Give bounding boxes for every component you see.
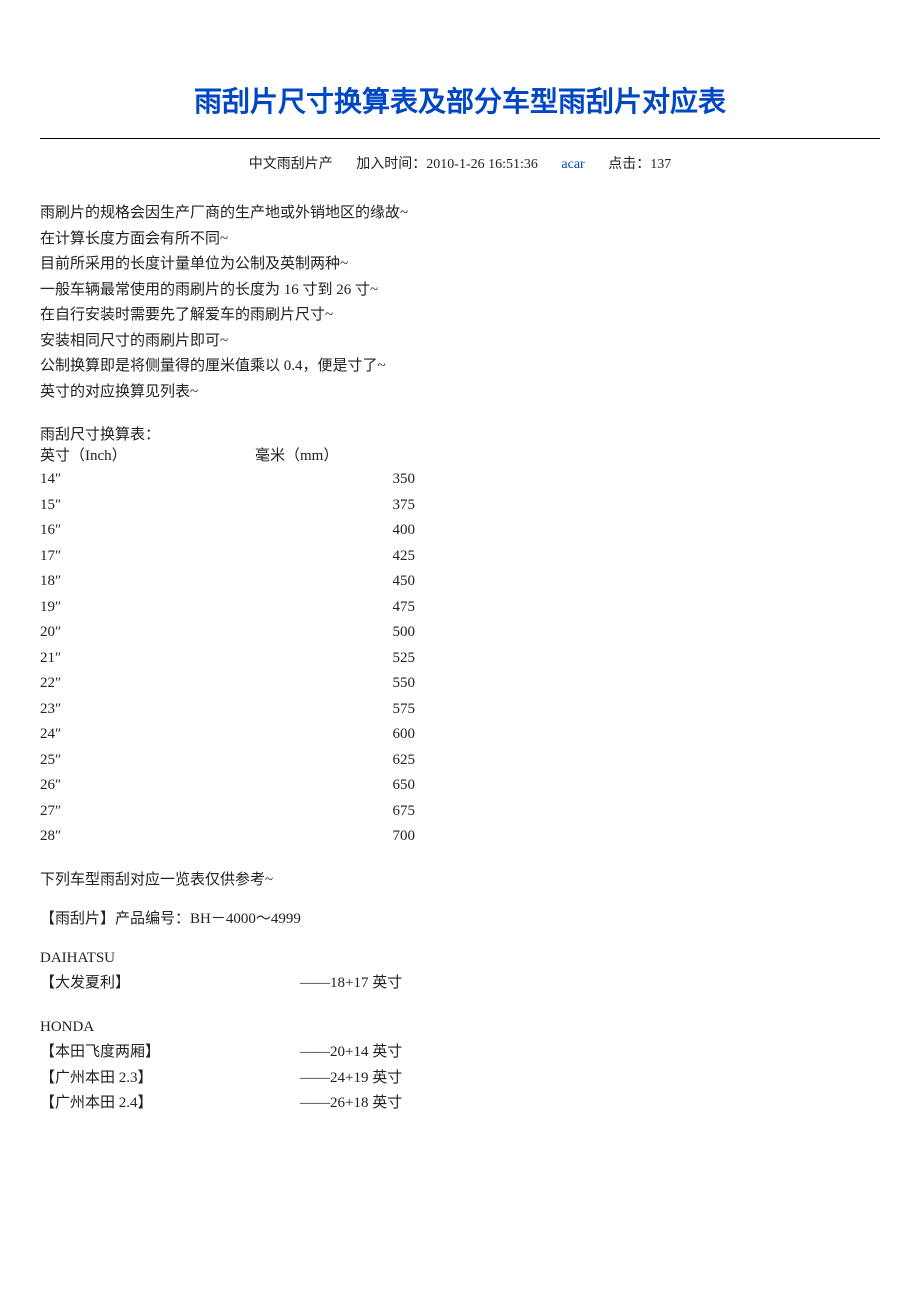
cell-mm: 350	[375, 467, 415, 493]
cell-inch: 15″	[40, 493, 375, 519]
table-row: 15″375	[40, 493, 880, 519]
model-row: 【广州本田 2.3】 ——24+19 英寸	[40, 1066, 880, 1092]
conversion-title: 雨刮尺寸换算表：	[40, 423, 880, 444]
model-name: 【广州本田 2.3】	[40, 1066, 300, 1092]
model-size: ——24+19 英寸	[300, 1066, 402, 1092]
meta-hits-label: 点击：	[608, 157, 650, 172]
conversion-header-mm: 毫米（mm）	[255, 444, 338, 465]
table-row: 25″625	[40, 748, 880, 774]
cell-inch: 20″	[40, 620, 375, 646]
meta-hits: 点击：137	[608, 157, 671, 172]
intro-line: 在自行安装时需要先了解爱车的雨刷片尺寸~	[40, 303, 880, 329]
meta-row: 中文雨刮片产 加入时间：2010-1-26 16:51:36 acar 点击：1…	[40, 153, 880, 173]
cell-mm: 475	[375, 595, 415, 621]
cell-inch: 26″	[40, 773, 375, 799]
intro-line: 一般车辆最常使用的雨刷片的长度为 16 寸到 26 寸~	[40, 278, 880, 304]
table-row: 20″500	[40, 620, 880, 646]
intro-line: 在计算长度方面会有所不同~	[40, 227, 880, 253]
table-row: 22″550	[40, 671, 880, 697]
meta-hits-value: 137	[650, 157, 671, 172]
cell-mm: 625	[375, 748, 415, 774]
brand-block: DAIHATSU 【大发夏利】 ——18+17 英寸	[40, 946, 880, 997]
product-code-line: 【雨刮片】产品编号：BH－4000～4999	[40, 907, 880, 928]
table-row: 19″475	[40, 595, 880, 621]
model-size: ——18+17 英寸	[300, 971, 402, 997]
table-row: 14″350	[40, 467, 880, 493]
intro-line: 目前所采用的长度计量单位为公制及英制两种~	[40, 252, 880, 278]
cell-mm: 425	[375, 544, 415, 570]
meta-category: 中文雨刮片产	[249, 157, 333, 172]
reference-note: 下列车型雨刮对应一览表仅供参考~	[40, 868, 880, 889]
table-row: 23″575	[40, 697, 880, 723]
cell-inch: 21″	[40, 646, 375, 672]
cell-mm: 575	[375, 697, 415, 723]
brand-block: HONDA 【本田飞度两厢】 ——20+14 英寸 【广州本田 2.3】 ——2…	[40, 1015, 880, 1117]
table-row: 24″600	[40, 722, 880, 748]
conversion-section: 雨刮尺寸换算表： 英寸（Inch） 毫米（mm） 14″350 15″375 1…	[40, 423, 880, 850]
cell-inch: 27″	[40, 799, 375, 825]
meta-add-time: 加入时间：2010-1-26 16:51:36	[356, 157, 541, 172]
cell-mm: 400	[375, 518, 415, 544]
cell-inch: 28″	[40, 824, 375, 850]
meta-author[interactable]: acar	[561, 157, 584, 172]
model-name: 【大发夏利】	[40, 971, 300, 997]
cell-mm: 600	[375, 722, 415, 748]
cell-inch: 23″	[40, 697, 375, 723]
cell-inch: 18″	[40, 569, 375, 595]
cell-inch: 17″	[40, 544, 375, 570]
table-row: 21″525	[40, 646, 880, 672]
cell-inch: 16″	[40, 518, 375, 544]
conversion-header-inch: 英寸（Inch）	[40, 444, 255, 465]
cell-mm: 375	[375, 493, 415, 519]
meta-add-time-label: 加入时间：	[356, 157, 426, 172]
cell-inch: 25″	[40, 748, 375, 774]
model-size: ——20+14 英寸	[300, 1040, 402, 1066]
model-row: 【本田飞度两厢】 ——20+14 英寸	[40, 1040, 880, 1066]
intro-line: 安装相同尺寸的雨刷片即可~	[40, 329, 880, 355]
model-size: ——26+18 英寸	[300, 1091, 402, 1117]
model-name: 【本田飞度两厢】	[40, 1040, 300, 1066]
cell-inch: 19″	[40, 595, 375, 621]
cell-mm: 550	[375, 671, 415, 697]
table-row: 27″675	[40, 799, 880, 825]
table-row: 17″425	[40, 544, 880, 570]
intro-block: 雨刷片的规格会因生产厂商的生产地或外销地区的缘故~ 在计算长度方面会有所不同~ …	[40, 201, 880, 405]
cell-inch: 24″	[40, 722, 375, 748]
table-row: 28″700	[40, 824, 880, 850]
conversion-table: 14″350 15″375 16″400 17″425 18″450 19″47…	[40, 467, 880, 850]
model-name: 【广州本田 2.4】	[40, 1091, 300, 1117]
cell-mm: 450	[375, 569, 415, 595]
cell-mm: 675	[375, 799, 415, 825]
intro-line: 雨刷片的规格会因生产厂商的生产地或外销地区的缘故~	[40, 201, 880, 227]
brand-name: HONDA	[40, 1015, 880, 1041]
table-row: 18″450	[40, 569, 880, 595]
cell-mm: 525	[375, 646, 415, 672]
table-row: 26″650	[40, 773, 880, 799]
cell-mm: 500	[375, 620, 415, 646]
brand-name: DAIHATSU	[40, 946, 880, 972]
cell-mm: 700	[375, 824, 415, 850]
model-row: 【大发夏利】 ——18+17 英寸	[40, 971, 880, 997]
intro-line: 公制换算即是将侧量得的厘米值乘以 0.4，便是寸了~	[40, 354, 880, 380]
cell-mm: 650	[375, 773, 415, 799]
conversion-header: 英寸（Inch） 毫米（mm）	[40, 444, 880, 465]
cell-inch: 14″	[40, 467, 375, 493]
intro-line: 英寸的对应换算见列表~	[40, 380, 880, 406]
model-row: 【广州本田 2.4】 ——26+18 英寸	[40, 1091, 880, 1117]
table-row: 16″400	[40, 518, 880, 544]
cell-inch: 22″	[40, 671, 375, 697]
page-title: 雨刮片尺寸换算表及部分车型雨刮片对应表	[40, 80, 880, 139]
meta-add-time-value: 2010-1-26 16:51:36	[426, 157, 538, 172]
